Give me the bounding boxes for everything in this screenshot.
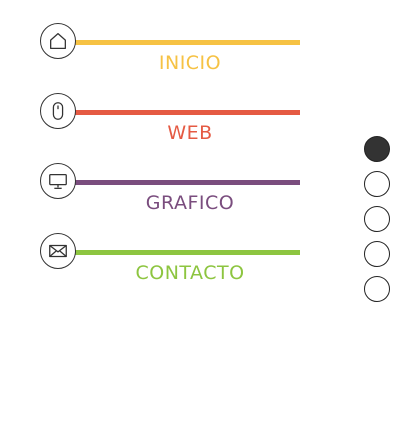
nav-label: INICIO [158,52,222,74]
home-icon[interactable] [40,23,76,59]
nav-label: GRAFICO [145,192,235,214]
pager-dot-2[interactable] [364,171,390,197]
nav-item-contacto[interactable]: CONTACTO [40,232,300,292]
monitor-icon[interactable] [40,163,76,199]
mouse-icon[interactable] [40,93,76,129]
nav-item-web[interactable]: WEB [40,92,300,152]
pager-dot-4[interactable] [364,241,390,267]
page-pager [364,136,392,311]
pager-dot-3[interactable] [364,206,390,232]
nav-bar [60,110,300,115]
pager-dot-1[interactable] [364,136,390,162]
nav-bar [60,40,300,45]
nav-label: CONTACTO [135,262,245,284]
mail-icon[interactable] [40,233,76,269]
nav-bar [60,250,300,255]
pager-dot-5[interactable] [364,276,390,302]
nav-bar [60,180,300,185]
page: INICIO WEB GRAFICO CONTACTO [0,0,400,442]
nav-item-grafico[interactable]: GRAFICO [40,162,300,222]
nav-label: WEB [167,122,213,144]
nav-item-inicio[interactable]: INICIO [40,22,300,82]
